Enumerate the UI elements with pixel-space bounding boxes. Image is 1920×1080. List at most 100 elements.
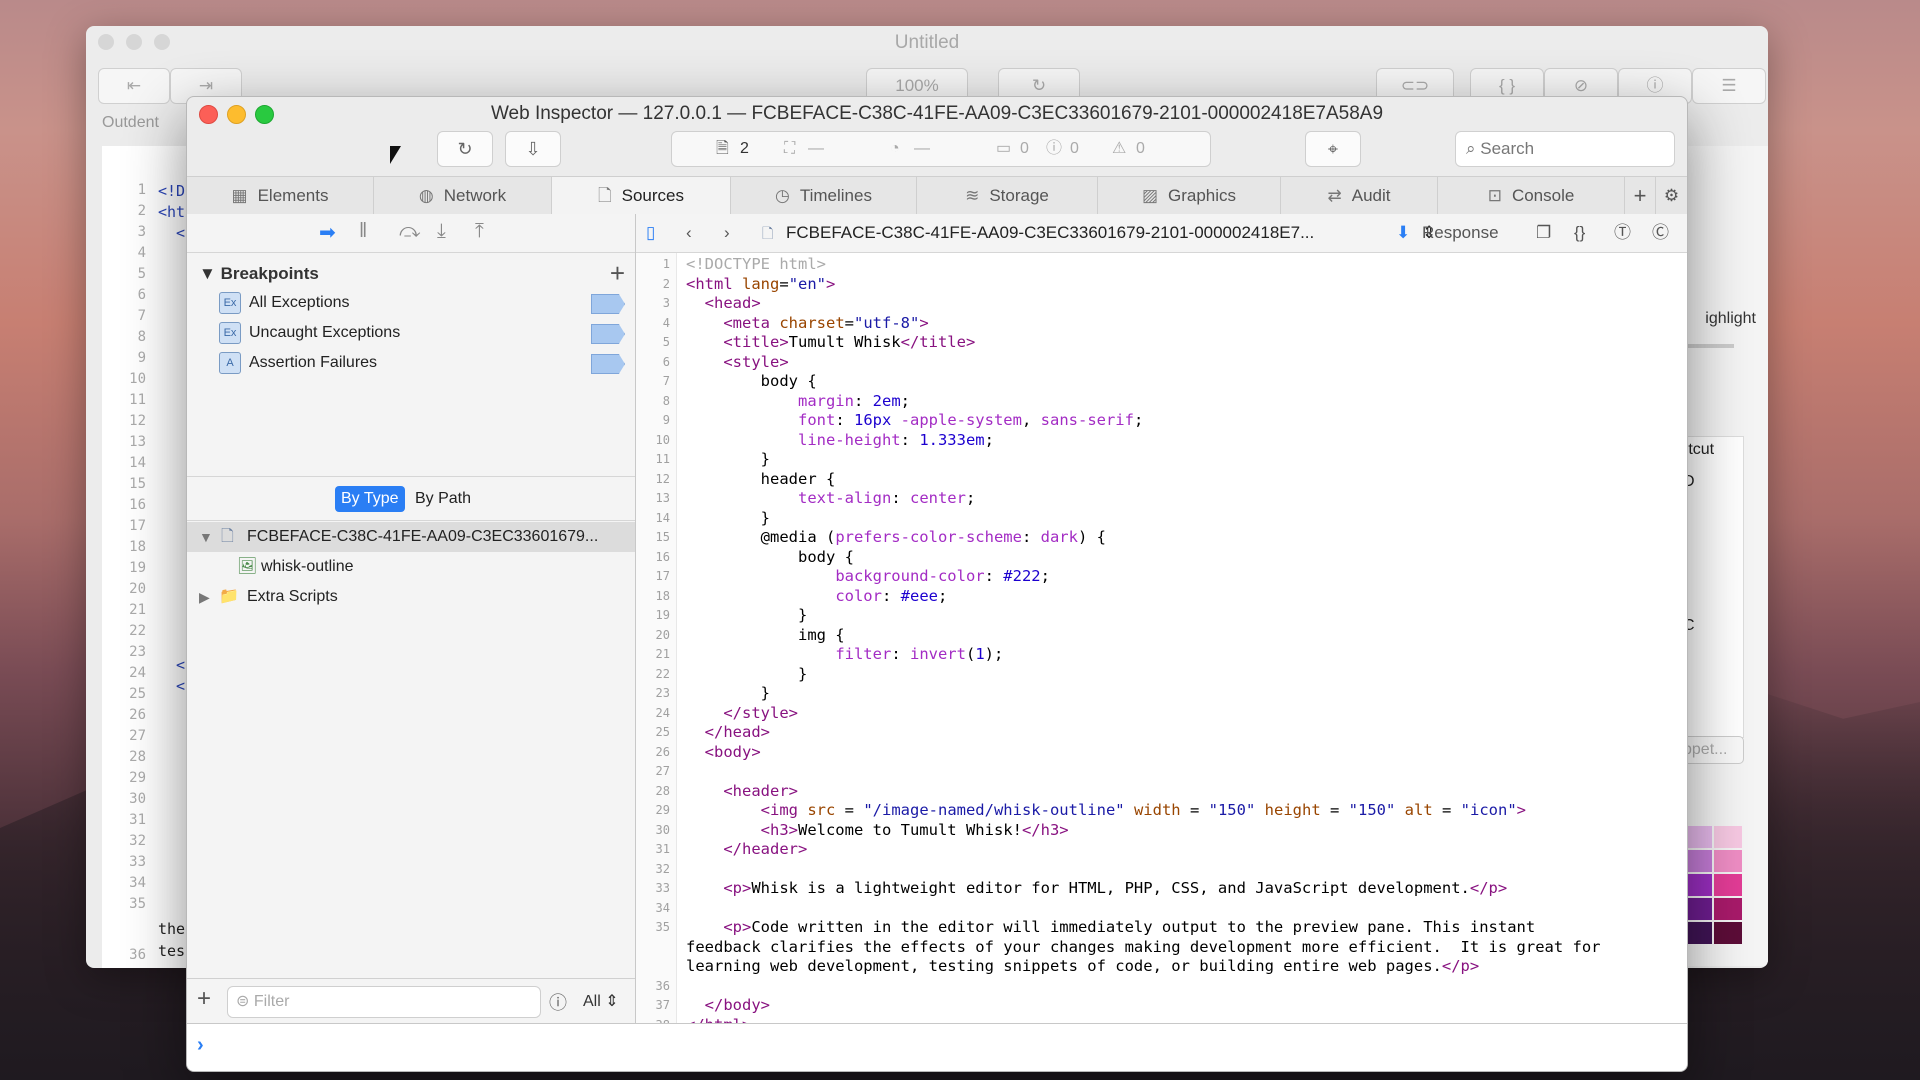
gear-icon: ⚙ <box>1663 186 1680 205</box>
zoom-button[interactable] <box>255 105 274 124</box>
source-code-editor[interactable]: 1 <!DOCTYPE html> 2 <html lang="en"> 3 <head… <box>636 253 1687 1023</box>
add-tab-button[interactable]: + <box>1625 177 1656 214</box>
code-line: 20 img { <box>636 626 1687 646</box>
quick-console[interactable]: › <box>187 1023 1687 1071</box>
line-number: 14 <box>655 510 670 525</box>
code-line: 25 </head> <box>636 723 1687 743</box>
line-number: 3 <box>662 296 670 310</box>
close-button[interactable] <box>199 105 218 124</box>
image-file-icon: 🖼 <box>237 558 258 575</box>
storage-icon: ≋ <box>965 186 980 205</box>
line-number: 34 <box>129 875 146 891</box>
breakpoint-uncaught-exceptions[interactable]: Ex Uncaught Exceptions <box>219 320 400 346</box>
background-minimize-button[interactable] <box>126 34 142 50</box>
code-line: 22 } <box>636 665 1687 685</box>
step-over-icon[interactable]: ⤼ <box>399 220 420 243</box>
timelines-icon: ◷ <box>775 186 790 205</box>
line-number: 32 <box>655 861 670 876</box>
code-line: 17 background-color: #222; <box>636 567 1687 587</box>
tab-network[interactable]: ◍ Network <box>374 177 552 214</box>
element-picker-button[interactable]: ⌖ <box>1305 131 1361 167</box>
code-text: <header> <box>723 781 798 800</box>
line-number: 7 <box>662 374 670 388</box>
content-browser: ▯ ‹ › 🗋 FCBEFACE-C38C-41FE-AA09-C3EC3360… <box>636 214 1687 1023</box>
filter-icon: ⊜ <box>236 993 250 1010</box>
tab-sources[interactable]: 🗋 Sources <box>552 177 731 214</box>
background-close-button[interactable] <box>98 34 114 50</box>
response-select[interactable]: Response ⇕ <box>1422 214 1499 252</box>
reload-button[interactable]: ↻ <box>437 131 493 167</box>
code-text: <body> <box>704 742 761 761</box>
insert-snippet-button[interactable]: ppet... <box>1682 736 1744 764</box>
breakpoints-toggle-icon[interactable]: ➡ <box>319 220 336 245</box>
code-text: margin: 2em; <box>797 391 910 410</box>
highlight-label: ighlight <box>1705 310 1756 327</box>
errors-filter-icon[interactable]: ⓘ <box>549 989 567 1015</box>
extra-scripts-folder[interactable]: ▶ 📁 Extra Scripts <box>187 582 635 612</box>
scope-select[interactable]: All ⇕ <box>583 991 619 1011</box>
back-icon[interactable]: ‹ <box>686 214 692 252</box>
line-number: 10 <box>655 432 670 447</box>
breakpoint-all-exceptions[interactable]: Ex All Exceptions <box>219 290 350 316</box>
warning-count: 0 <box>1136 140 1145 157</box>
breakpoint-flag-icon[interactable] <box>591 354 625 374</box>
tab-elements[interactable]: ▦ Elements <box>187 177 374 214</box>
breakpoint-flag-icon[interactable] <box>591 294 625 314</box>
line-number: 23 <box>655 686 670 700</box>
line-number: 21 <box>655 647 670 661</box>
logs-icon[interactable]: ▭ <box>996 132 1011 166</box>
search-field[interactable]: ⌕ Search <box>1455 131 1675 167</box>
code-line: 34 <box>636 899 1687 919</box>
line-number: 24 <box>655 705 670 720</box>
disclosure-closed-icon: ▶ <box>199 589 210 605</box>
outdent-button[interactable]: ⇤ <box>98 68 170 104</box>
code-text: img { <box>686 625 845 644</box>
step-into-icon[interactable]: ⤓ <box>437 220 446 243</box>
breakpoints-header[interactable]: ▼ Breakpoints <box>199 264 319 284</box>
settings-sliders-button[interactable]: ☰ <box>1692 68 1766 104</box>
tab-timelines[interactable]: ◷ Timelines <box>731 177 917 214</box>
search-placeholder: Search <box>1480 139 1535 158</box>
code-text: <title>Tumult Whisk</title> <box>723 333 976 351</box>
code-line: 32 <box>636 860 1687 880</box>
path-component[interactable]: FCBEFACE-C38C-41FE-AA09-C3EC33601679-210… <box>786 214 1314 252</box>
breakpoint-flag-icon[interactable] <box>591 324 625 344</box>
line-number: 2 <box>662 276 670 291</box>
resource-tree-child[interactable]: 🖼 whisk-outline <box>187 552 635 582</box>
minimize-button[interactable] <box>227 105 246 124</box>
line-number: 12 <box>655 471 670 486</box>
coverage-icon[interactable]: Ⓒ <box>1652 214 1669 252</box>
tab-graphics[interactable]: ▨ Graphics <box>1098 177 1281 214</box>
breakpoint-assertion-failures[interactable]: A Assertion Failures <box>219 350 377 376</box>
errors-icon[interactable]: ⓘ <box>1046 132 1062 166</box>
filter-input[interactable]: ⊜ Filter <box>227 986 541 1018</box>
content-navigation-bar: ▯ ‹ › 🗋 FCBEFACE-C38C-41FE-AA09-C3EC3360… <box>636 214 1687 253</box>
code-line: learning web development, testing snippe… <box>636 957 1687 977</box>
tab-audit[interactable]: ⇄ Audit <box>1281 177 1438 214</box>
by-path-button[interactable]: By Path <box>409 486 477 512</box>
html-document-icon: 🗋 <box>762 225 774 241</box>
code-text: color: #eee; <box>835 586 948 605</box>
pause-icon[interactable]: ‖ <box>359 220 367 243</box>
background-zoom-button[interactable] <box>154 34 170 50</box>
download-button[interactable]: ⇩ <box>505 131 561 167</box>
line-number: 9 <box>137 350 146 366</box>
by-type-button[interactable]: By Type <box>335 486 405 512</box>
add-breakpoint-button[interactable]: + <box>610 258 625 289</box>
add-resource-button[interactable]: + <box>197 985 211 1013</box>
pretty-print-icon[interactable]: {} <box>1574 214 1585 252</box>
settings-button[interactable]: ⚙ <box>1656 177 1687 214</box>
color-swatches[interactable] <box>1684 826 1744 966</box>
forward-icon[interactable]: › <box>724 214 730 252</box>
warnings-icon[interactable]: ⚠ <box>1112 132 1126 166</box>
copy-icon[interactable]: ❐ <box>1536 214 1551 252</box>
assertion-icon: A <box>219 351 241 374</box>
code-text: </header> <box>723 840 808 858</box>
tab-storage[interactable]: ≋ Storage <box>917 177 1098 214</box>
toggle-sidebar-icon[interactable]: ▯ <box>646 214 655 252</box>
type-icon[interactable]: Ⓣ <box>1614 214 1631 252</box>
tab-console[interactable]: ⊡ Console <box>1438 177 1625 214</box>
code-fragment: <ht <box>158 203 186 221</box>
step-out-icon[interactable]: ⤒ <box>475 220 484 243</box>
resource-tree-item[interactable]: ▼ 🗋 FCBEFACE-C38C-41FE-AA09-C3EC33601679… <box>187 522 635 552</box>
